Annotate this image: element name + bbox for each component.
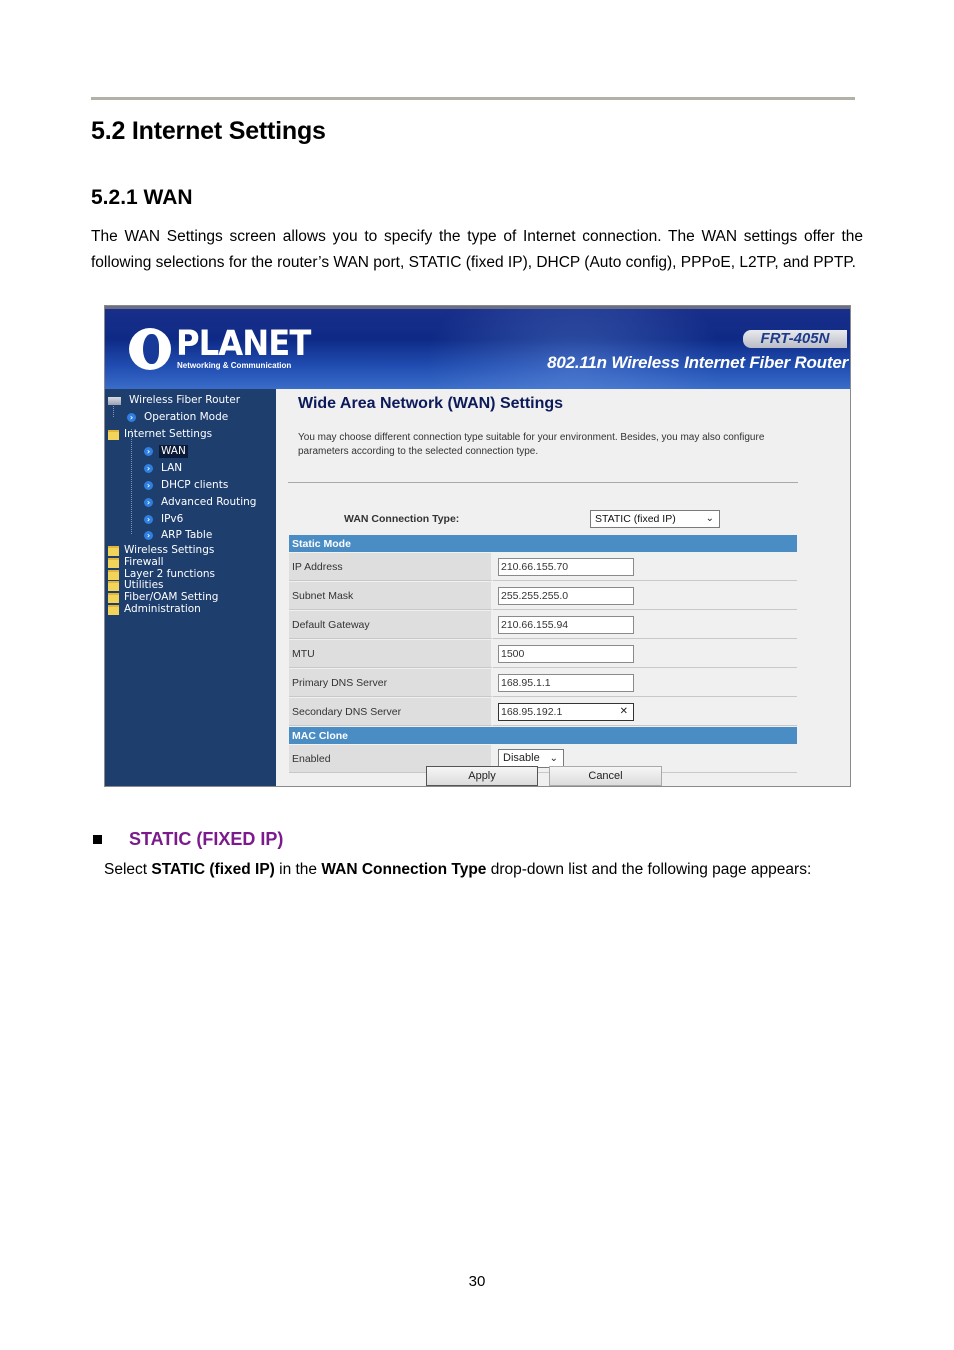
sidebar-item-administration[interactable]: Administration xyxy=(108,603,203,616)
sidebar-item-arp-table[interactable]: › ARP Table xyxy=(144,529,214,542)
instruction-bold: STATIC (fixed IP) xyxy=(151,861,275,878)
chevron-down-icon: ⌄ xyxy=(705,513,714,524)
folder-open-icon xyxy=(108,429,119,440)
mtu-input[interactable]: 1500 xyxy=(498,644,634,663)
chevron-right-icon: › xyxy=(144,515,153,524)
instruction-part: Select xyxy=(104,861,152,878)
sidebar-item-label: Internet Settings xyxy=(124,428,213,440)
subnet-mask-input[interactable]: 255.255.255.0 xyxy=(498,586,634,605)
subsection-title: 5.2.1 WAN xyxy=(91,186,193,209)
secondary-dns-value: 168.95.192.1 xyxy=(501,705,563,718)
field-row-mac-enabled: Enabled Disable ⌄ xyxy=(289,745,797,773)
folder-icon xyxy=(108,580,119,591)
field-label: IP Address xyxy=(289,553,493,581)
router-screenshot: PLANET Networking & Communication FRT-40… xyxy=(104,305,851,787)
sidebar-item-wan[interactable]: › WAN xyxy=(144,445,188,458)
field-label: Subnet Mask xyxy=(289,582,493,610)
sidebar-item-label: DHCP clients xyxy=(161,479,229,491)
section-title: 5.2 Internet Settings xyxy=(91,117,326,145)
sidebar-item-label: WAN xyxy=(159,445,188,458)
top-divider xyxy=(91,97,855,100)
sidebar-nav: Wireless Fiber Router › Operation Mode I… xyxy=(105,389,276,786)
default-gateway-input[interactable]: 210.66.155.94 xyxy=(498,615,634,634)
chevron-right-icon: › xyxy=(144,531,153,540)
product-name: 802.11n Wireless Internet Fiber Router xyxy=(547,353,848,372)
field-label: MTU xyxy=(289,640,493,668)
field-row-subnet-mask: Subnet Mask 255.255.255.0 xyxy=(289,582,797,610)
sidebar-item-label: Advanced Routing xyxy=(161,496,257,508)
sidebar-item-label: Operation Mode xyxy=(144,411,229,423)
brand-name: PLANET xyxy=(176,324,311,364)
instruction-part: in the xyxy=(274,861,322,878)
tree-line xyxy=(131,429,132,534)
folder-icon xyxy=(108,569,119,580)
mac-clone-header: MAC Clone xyxy=(289,727,797,744)
field-row-default-gateway: Default Gateway 210.66.155.94 xyxy=(289,611,797,639)
static-mode-header: Static Mode xyxy=(289,535,797,552)
router-banner: PLANET Networking & Communication FRT-40… xyxy=(105,306,850,389)
page-number: 30 xyxy=(468,1273,486,1290)
clear-icon[interactable]: ✕ xyxy=(620,704,628,720)
secondary-dns-input[interactable]: 168.95.192.1 ✕ xyxy=(498,702,634,721)
apply-button[interactable]: Apply xyxy=(426,766,538,786)
sidebar-root[interactable]: Wireless Fiber Router xyxy=(108,394,242,407)
instruction-bold: WAN Connection Type xyxy=(321,861,487,878)
instruction-part: drop-down list and the following page ap… xyxy=(486,861,812,878)
folder-icon xyxy=(108,592,119,603)
mac-clone-value: Disable xyxy=(503,752,540,764)
router-icon xyxy=(108,396,121,405)
planet-logo-icon xyxy=(129,328,171,370)
model-badge: FRT-405N xyxy=(743,330,847,348)
page-description: You may choose different connection type… xyxy=(298,432,765,457)
main-content: Wide Area Network (WAN) Settings You may… xyxy=(276,389,850,786)
bullet-square-icon xyxy=(93,835,102,844)
chevron-right-icon: › xyxy=(144,447,153,456)
bullet-heading-text: STATIC (FIXED IP) xyxy=(129,829,284,849)
folder-icon xyxy=(108,557,119,568)
sidebar-item-label: IPv6 xyxy=(161,513,184,525)
sidebar-item-advanced-routing[interactable]: › Advanced Routing xyxy=(144,496,258,509)
instruction-text: Select STATIC (fixed IP) in the WAN Conn… xyxy=(104,861,811,879)
sidebar-item-label: Administration xyxy=(124,603,201,615)
connection-type-value: STATIC (fixed IP) xyxy=(595,513,676,525)
folder-icon xyxy=(108,604,119,615)
connection-type-select[interactable]: STATIC (fixed IP) ⌄ xyxy=(590,510,720,528)
sidebar-item-lan[interactable]: › LAN xyxy=(144,462,184,475)
sidebar-item-dhcp-clients[interactable]: › DHCP clients xyxy=(144,479,230,492)
field-label: Secondary DNS Server xyxy=(289,698,493,726)
divider xyxy=(288,482,798,483)
field-label: Primary DNS Server xyxy=(289,669,493,697)
sidebar-item-internet-settings[interactable]: Internet Settings xyxy=(108,428,214,441)
sidebar-item-operation-mode[interactable]: › Operation Mode xyxy=(127,411,230,424)
primary-dns-input[interactable]: 168.95.1.1 xyxy=(498,673,634,692)
field-row-primary-dns: Primary DNS Server 168.95.1.1 xyxy=(289,669,797,697)
page-title: Wide Area Network (WAN) Settings xyxy=(298,395,564,412)
field-row-secondary-dns: Secondary DNS Server 168.95.192.1 ✕ xyxy=(289,698,797,726)
field-label: Default Gateway xyxy=(289,611,493,639)
sidebar-item-label: LAN xyxy=(161,462,183,474)
chevron-down-icon: ⌄ xyxy=(549,753,558,764)
sidebar-item-label: ARP Table xyxy=(161,529,213,541)
chevron-right-icon: › xyxy=(127,413,136,422)
static-settings-table: Static Mode IP Address 210.66.155.70 Sub… xyxy=(289,534,797,774)
bullet-heading: STATIC (FIXED IP) xyxy=(93,829,283,850)
cancel-button[interactable]: Cancel xyxy=(549,766,662,786)
sidebar-item-label: Wireless Fiber Router xyxy=(129,394,241,406)
chevron-right-icon: › xyxy=(144,498,153,507)
connection-type-label: WAN Connection Type: xyxy=(344,513,460,525)
folder-icon xyxy=(108,545,119,556)
ip-address-input[interactable]: 210.66.155.70 xyxy=(498,557,634,576)
field-row-ip-address: IP Address 210.66.155.70 xyxy=(289,553,797,581)
field-row-mtu: MTU 1500 xyxy=(289,640,797,668)
sidebar-item-ipv6[interactable]: › IPv6 xyxy=(144,513,185,526)
chevron-right-icon: › xyxy=(144,464,153,473)
chevron-right-icon: › xyxy=(144,481,153,490)
intro-paragraph: The WAN Settings screen allows you to sp… xyxy=(91,228,863,271)
brand-tagline: Networking & Communication xyxy=(177,361,292,370)
